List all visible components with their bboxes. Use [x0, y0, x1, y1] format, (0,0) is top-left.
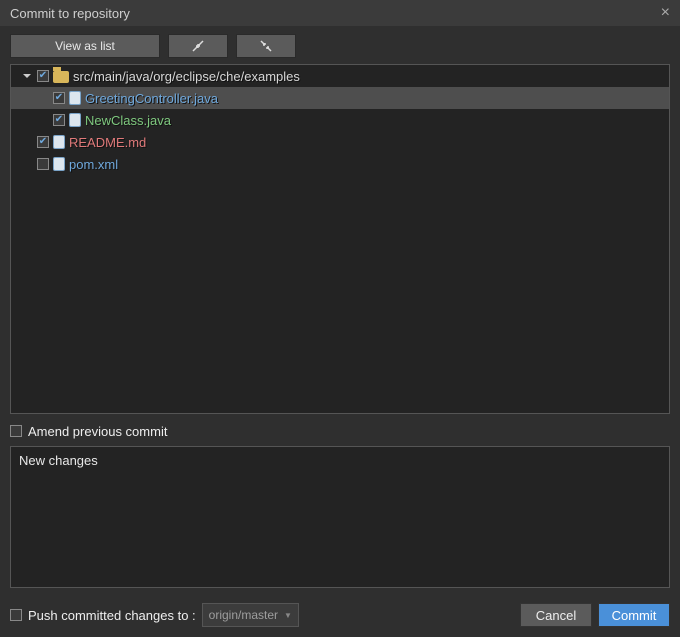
dialog-title: Commit to repository [10, 6, 130, 21]
dialog-content: View as list ✔ src/main/java/org/eclipse… [0, 26, 680, 637]
checkbox[interactable]: ✔ [53, 92, 65, 104]
chevron-down-icon: ▼ [284, 611, 292, 620]
amend-label: Amend previous commit [28, 424, 167, 439]
file-tree: ✔ src/main/java/org/eclipse/che/examples… [10, 64, 670, 414]
file-label: README.md [69, 135, 146, 150]
cancel-button[interactable]: Cancel [520, 603, 592, 627]
amend-checkbox[interactable]: ✔ [10, 425, 22, 437]
checkbox[interactable]: ✔ [53, 114, 65, 126]
tree-file-row[interactable]: ✔ GreetingController.java [11, 87, 669, 109]
tree-file-row[interactable]: ✔ NewClass.java [11, 109, 669, 131]
file-icon [69, 91, 81, 105]
remote-select[interactable]: origin/master ▼ [202, 603, 299, 627]
commit-button[interactable]: Commit [598, 603, 670, 627]
tree-folder-row[interactable]: ✔ src/main/java/org/eclipse/che/examples [11, 65, 669, 87]
footer-left: ✔ Push committed changes to : origin/mas… [10, 603, 514, 627]
commit-label: Commit [612, 608, 657, 623]
checkbox[interactable]: ✔ [37, 158, 49, 170]
collapse-icon [259, 39, 273, 53]
commit-message-input[interactable] [10, 446, 670, 588]
expand-icon [191, 39, 205, 53]
collapse-all-button[interactable] [236, 34, 296, 58]
push-label: Push committed changes to : [28, 608, 196, 623]
tree-file-row[interactable]: ✔ README.md [11, 131, 669, 153]
expand-all-button[interactable] [168, 34, 228, 58]
checkbox[interactable]: ✔ [37, 70, 49, 82]
folder-icon [53, 71, 69, 83]
file-icon [53, 157, 65, 171]
folder-label: src/main/java/org/eclipse/che/examples [73, 69, 300, 84]
view-as-list-label: View as list [55, 39, 115, 53]
file-icon [53, 135, 65, 149]
chevron-down-icon[interactable] [21, 70, 33, 82]
file-label: pom.xml [69, 157, 118, 172]
close-icon[interactable]: × [661, 5, 670, 21]
toolbar: View as list [10, 34, 670, 58]
file-label: GreetingController.java [85, 91, 218, 106]
tree-file-row[interactable]: ✔ pom.xml [11, 153, 669, 175]
checkbox[interactable]: ✔ [37, 136, 49, 148]
view-as-list-button[interactable]: View as list [10, 34, 160, 58]
file-icon [69, 113, 81, 127]
push-checkbox[interactable]: ✔ [10, 609, 22, 621]
file-label: NewClass.java [85, 113, 171, 128]
footer: ✔ Push committed changes to : origin/mas… [10, 603, 670, 627]
remote-value: origin/master [209, 608, 278, 622]
amend-row: ✔ Amend previous commit [10, 420, 670, 442]
titlebar: Commit to repository × [0, 0, 680, 26]
cancel-label: Cancel [536, 608, 576, 623]
